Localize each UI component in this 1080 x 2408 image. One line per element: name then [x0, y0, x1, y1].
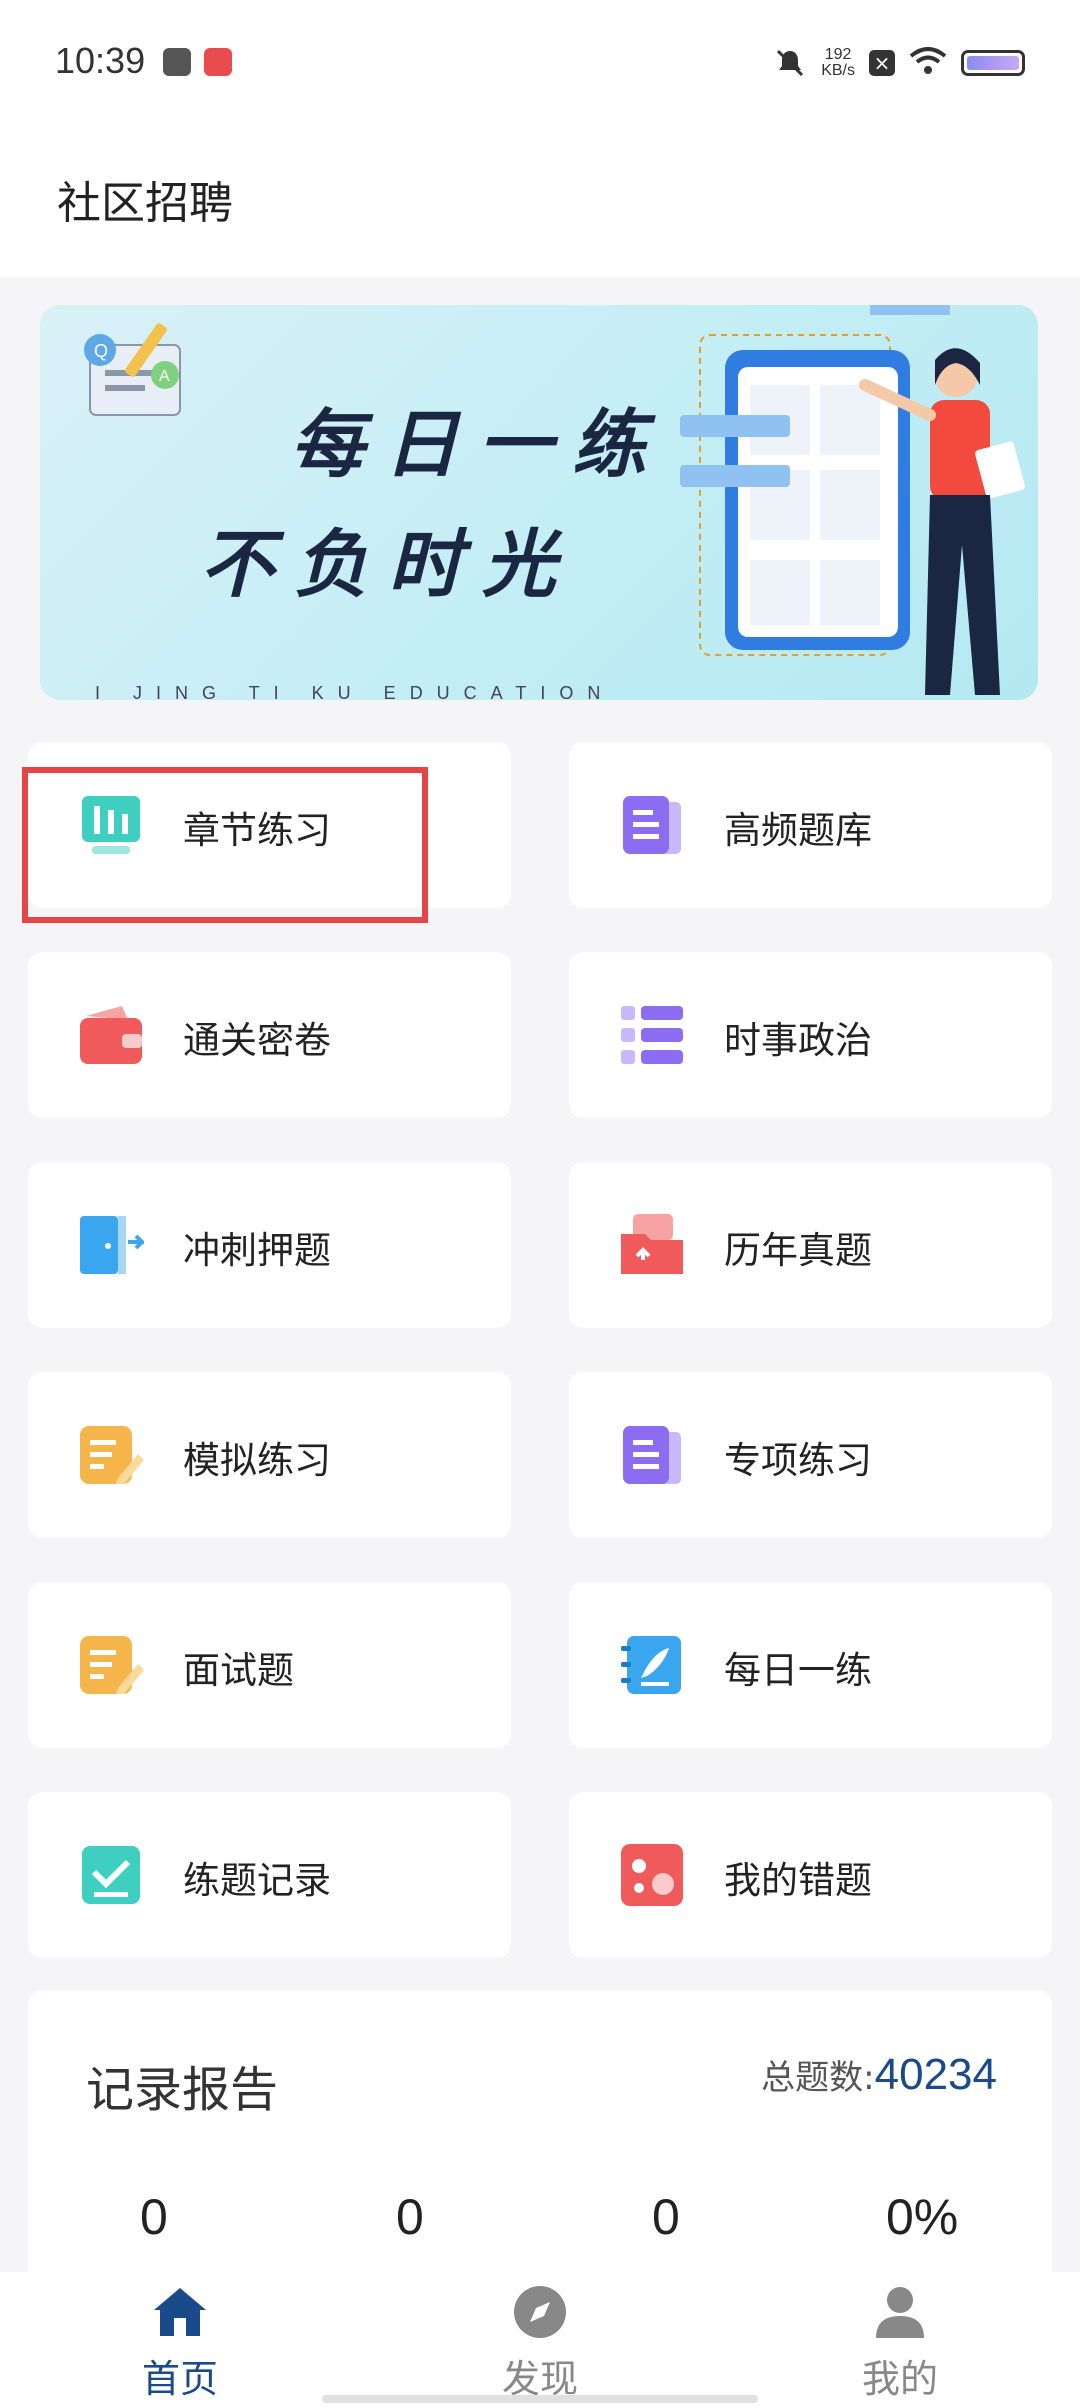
menu-label: 专项练习 — [724, 1439, 872, 1482]
banner-tagline: 不负时光 — [200, 522, 576, 608]
svg-text:Q: Q — [94, 341, 108, 361]
home-icon — [154, 2288, 206, 2336]
document-icon — [623, 1426, 681, 1484]
report-stat: 0 — [652, 2189, 680, 2245]
menu-pass-papers[interactable]: 通关密卷 — [28, 952, 511, 1118]
compass-icon — [514, 2286, 566, 2338]
menu-current-affairs[interactable]: 时事政治 — [569, 952, 1052, 1118]
report-stat: 0 — [396, 2189, 424, 2245]
folder-upload-icon — [621, 1214, 683, 1274]
tab-discover[interactable]: 发现 — [440, 2282, 640, 2403]
status-icons: 192 KB/s × — [773, 40, 1025, 86]
battery-icon — [961, 50, 1025, 76]
checkmark-icon — [82, 1846, 140, 1904]
app-icon — [204, 48, 232, 76]
report-stat: 0% — [886, 2189, 959, 2245]
menu-my-mistakes[interactable]: 我的错题 — [569, 1792, 1052, 1958]
mute-icon — [773, 46, 807, 80]
total-questions: 总题数:40234 — [761, 2050, 997, 2100]
report-stat: 0 — [140, 2189, 168, 2245]
qa-illustration-icon: Q A — [84, 323, 181, 416]
error-dots-icon — [621, 1844, 683, 1906]
bottom-tab-bar: 首页 发现 我的 — [0, 2272, 1080, 2408]
tab-label: 我的 — [861, 2357, 938, 2401]
report-title: 记录报告 — [86, 2062, 279, 2118]
menu-daily-practice[interactable]: 每日一练 — [569, 1582, 1052, 1748]
menu-label: 高频题库 — [724, 809, 872, 852]
status-time: 10:39 — [55, 40, 146, 81]
tab-label: 首页 — [141, 2357, 218, 2401]
menu-label: 每日一练 — [724, 1649, 872, 1692]
network-speed: 192 KB/s — [821, 47, 855, 79]
total-questions-value: 40234 — [874, 2050, 997, 2099]
user-icon — [876, 2287, 924, 2338]
menu-interview-questions[interactable]: 面试题 — [28, 1582, 511, 1748]
promo-banner[interactable]: Q A 每日一练 不负时光 I JING TI KU EDUCATION — [40, 305, 1038, 700]
menu-special-practice[interactable]: 专项练习 — [569, 1372, 1052, 1538]
menu-label: 面试题 — [183, 1649, 294, 1692]
total-questions-label: 总题数: — [761, 2058, 875, 2098]
app-icon — [163, 48, 191, 76]
record-report-card[interactable]: 记录报告 总题数:40234 0 0 0 0% — [28, 1990, 1052, 2290]
selection-highlight-box — [22, 767, 428, 923]
page-title: 社区招聘 — [57, 178, 233, 229]
wifi-icon — [909, 46, 947, 80]
menu-label: 我的错题 — [724, 1859, 872, 1902]
phone-woman-illustration — [680, 305, 1025, 695]
svg-text:A: A — [159, 368, 170, 385]
menu-label: 历年真题 — [724, 1229, 872, 1272]
header: 社区招聘 — [0, 125, 1080, 277]
edit-document-icon — [80, 1636, 144, 1694]
menu-past-exams[interactable]: 历年真题 — [569, 1162, 1052, 1328]
menu-practice-records[interactable]: 练题记录 — [28, 1792, 511, 1958]
menu-mock-practice[interactable]: 模拟练习 — [28, 1372, 511, 1538]
menu-label: 模拟练习 — [183, 1439, 331, 1482]
menu-high-frequency-bank[interactable]: 高频题库 — [569, 742, 1052, 908]
home-indicator — [322, 2395, 758, 2403]
list-icon — [621, 1006, 683, 1064]
menu-label: 冲刺押题 — [183, 1229, 331, 1272]
document-icon — [623, 796, 681, 854]
network-speed-unit: KB/s — [821, 62, 855, 79]
menu-label: 练题记录 — [183, 1859, 331, 1902]
tab-mine[interactable]: 我的 — [800, 2282, 1000, 2403]
status-bar: 10:39 192 KB/s × — [0, 0, 1080, 125]
network-speed-value: 192 — [824, 46, 852, 63]
edit-document-icon — [80, 1426, 144, 1484]
notebook-pen-icon — [621, 1636, 681, 1694]
tab-home[interactable]: 首页 — [80, 2282, 280, 2403]
close-notification-icon: × — [869, 50, 895, 76]
menu-sprint-predictions[interactable]: 冲刺押题 — [28, 1162, 511, 1328]
door-icon — [80, 1216, 144, 1274]
menu-label: 时事政治 — [724, 1019, 872, 1062]
banner-headline: 每日一练 — [290, 402, 666, 488]
menu-label: 通关密卷 — [183, 1019, 331, 1062]
wallet-icon — [80, 1006, 142, 1064]
banner-subtitle: I JING TI KU EDUCATION — [95, 683, 615, 700]
